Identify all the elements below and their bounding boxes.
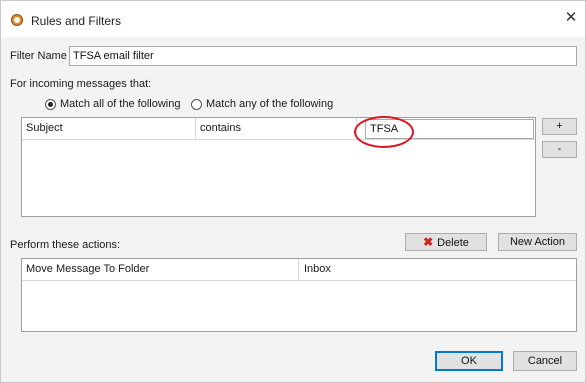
filter-name-input[interactable]: TFSA email filter xyxy=(69,46,577,66)
match-any-label[interactable]: Match any of the following xyxy=(206,98,333,110)
close-icon[interactable]: ✕ xyxy=(563,10,579,26)
delete-button-label: Delete xyxy=(437,237,469,249)
filter-name-label: Filter Name xyxy=(10,50,67,62)
delete-x-icon: ✖ xyxy=(423,235,434,249)
add-condition-button[interactable]: + xyxy=(542,118,577,135)
window-title: Rules and Filters xyxy=(31,14,122,28)
rules-and-filters-dialog: Rules and Filters ✕ Filter Name TFSA ema… xyxy=(0,0,586,383)
new-action-button[interactable]: New Action xyxy=(498,233,577,251)
actions-label: Perform these actions: xyxy=(10,239,121,251)
action-type[interactable]: Move Message To Folder xyxy=(22,259,297,280)
ok-button[interactable]: OK xyxy=(435,351,503,371)
title-bar: Rules and Filters ✕ xyxy=(1,1,585,37)
condition-operator[interactable]: contains xyxy=(196,118,356,139)
condition-field[interactable]: Subject xyxy=(22,118,195,139)
match-all-label[interactable]: Match all of the following xyxy=(60,98,180,110)
cancel-button[interactable]: Cancel xyxy=(513,351,577,371)
delete-action-button[interactable]: ✖ Delete xyxy=(405,233,487,251)
action-target[interactable]: Inbox xyxy=(299,259,569,280)
remove-condition-button[interactable]: - xyxy=(542,141,577,158)
match-all-radio[interactable] xyxy=(45,99,56,110)
highlight-circle xyxy=(354,116,414,148)
actions-list: Move Message To Folder Inbox xyxy=(21,258,577,332)
incoming-messages-label: For incoming messages that: xyxy=(10,78,152,90)
app-icon xyxy=(11,14,23,26)
match-any-radio[interactable] xyxy=(191,99,202,110)
action-row[interactable]: Move Message To Folder Inbox xyxy=(22,259,576,281)
